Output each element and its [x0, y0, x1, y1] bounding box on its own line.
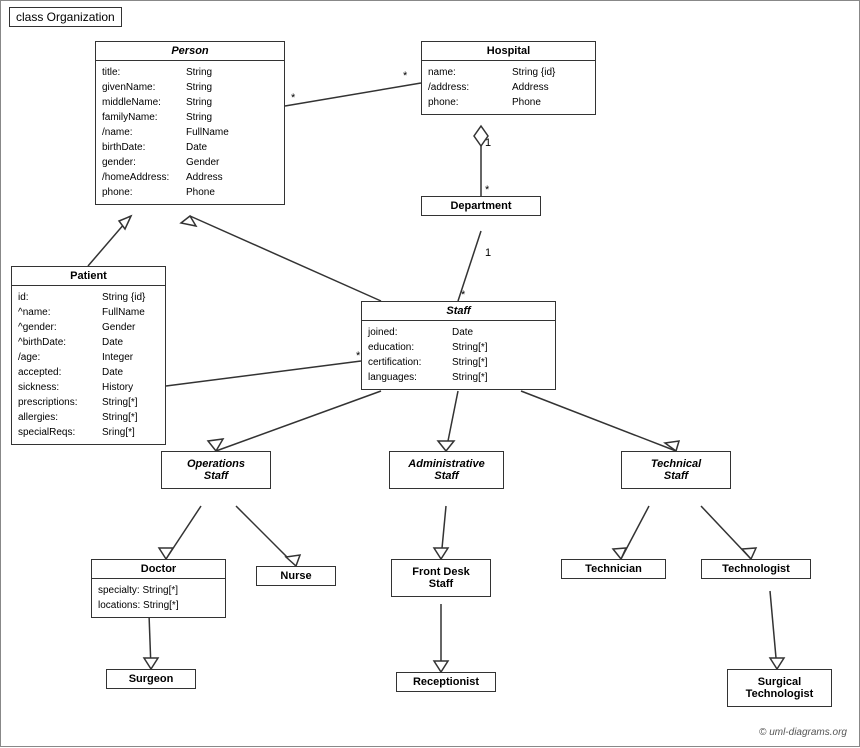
class-administrative-staff: AdministrativeStaff: [389, 451, 504, 489]
class-technician: Technician: [561, 559, 666, 579]
diagram-label: class Organization: [9, 7, 122, 27]
copyright: © uml-diagrams.org: [759, 727, 847, 738]
person-title: Person: [96, 42, 284, 61]
svg-text:*: *: [291, 92, 296, 104]
class-front-desk-staff: Front DeskStaff: [391, 559, 491, 597]
person-attrs: title:String givenName:String middleName…: [96, 61, 284, 204]
svg-text:*: *: [461, 289, 466, 301]
front-desk-staff-title: Front DeskStaff: [392, 560, 490, 596]
surgeon-title: Surgeon: [107, 670, 195, 688]
class-hospital: Hospital name:String {id} /address:Addre…: [421, 41, 596, 115]
department-title: Department: [422, 197, 540, 215]
class-technical-staff: TechnicalStaff: [621, 451, 731, 489]
class-nurse: Nurse: [256, 566, 336, 586]
class-surgeon: Surgeon: [106, 669, 196, 689]
diagram-container: class Organization * * 1 * 1 * * *: [0, 0, 860, 747]
hospital-attrs: name:String {id} /address:Address phone:…: [422, 61, 595, 114]
administrative-staff-title: AdministrativeStaff: [390, 452, 503, 488]
technical-staff-title: TechnicalStaff: [622, 452, 730, 488]
patient-attrs: id:String {id} ^name:FullName ^gender:Ge…: [12, 286, 165, 444]
operations-staff-title: OperationsStaff: [162, 452, 270, 488]
svg-text:1: 1: [485, 247, 491, 259]
class-doctor: Doctor specialty: String[*] locations: S…: [91, 559, 226, 618]
class-operations-staff: OperationsStaff: [161, 451, 271, 489]
receptionist-title: Receptionist: [397, 673, 495, 691]
class-department: Department: [421, 196, 541, 216]
doctor-title: Doctor: [92, 560, 225, 579]
staff-attrs: joined:Date education:String[*] certific…: [362, 321, 555, 389]
technician-title: Technician: [562, 560, 665, 578]
nurse-title: Nurse: [257, 567, 335, 585]
class-staff: Staff joined:Date education:String[*] ce…: [361, 301, 556, 390]
hospital-title: Hospital: [422, 42, 595, 61]
svg-text:*: *: [485, 184, 490, 196]
svg-text:1: 1: [485, 137, 491, 149]
svg-text:*: *: [403, 70, 408, 82]
patient-title: Patient: [12, 267, 165, 286]
staff-title: Staff: [362, 302, 555, 321]
technologist-title: Technologist: [702, 560, 810, 578]
class-receptionist: Receptionist: [396, 672, 496, 692]
class-technologist: Technologist: [701, 559, 811, 579]
class-patient: Patient id:String {id} ^name:FullName ^g…: [11, 266, 166, 445]
surgical-technologist-title: SurgicalTechnologist: [728, 670, 831, 706]
class-surgical-technologist: SurgicalTechnologist: [727, 669, 832, 707]
doctor-attrs: specialty: String[*] locations: String[*…: [92, 579, 225, 617]
class-person: Person title:String givenName:String mid…: [95, 41, 285, 205]
